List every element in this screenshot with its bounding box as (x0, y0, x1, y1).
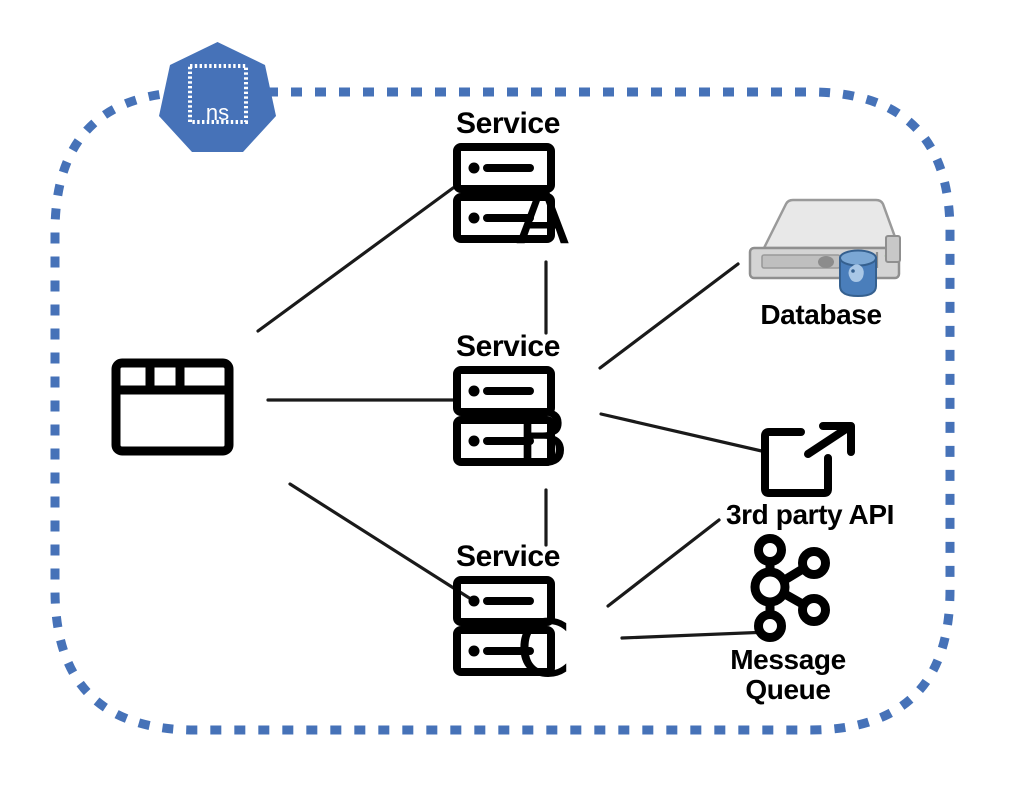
third-party-api-label: 3rd party API (726, 499, 895, 530)
third-party-api-node[interactable]: 3rd party API (726, 418, 894, 530)
service-b-label: Service (456, 330, 560, 363)
service-c-label: Service (456, 540, 560, 573)
database-label: Database (760, 299, 882, 330)
service-b-letter: B (516, 394, 570, 485)
service-c-letter: C (516, 604, 571, 695)
namespace-badge-label: ns (205, 100, 230, 125)
external-link-icon (761, 422, 856, 497)
message-queue-label: Message Queue (730, 644, 846, 705)
edge-client-to-service-c (288, 482, 476, 603)
edge-client-to-service-a (256, 186, 455, 333)
service-a-label: Service (456, 107, 560, 140)
namespace-badge[interactable]: ns (155, 38, 280, 156)
service-a-node[interactable]: Service A (452, 107, 569, 256)
service-b-node[interactable]: Service B (452, 330, 570, 479)
service-a-letter: A (516, 171, 570, 262)
database-node[interactable]: Database (736, 188, 906, 330)
kubernetes-namespace-icon (159, 42, 276, 152)
message-queue-node[interactable]: Message Queue (728, 533, 848, 704)
client-browser-node[interactable] (110, 357, 235, 462)
database-server-postgres-icon (748, 198, 901, 298)
edge-service-c-to-third-party-api (606, 518, 721, 608)
kafka-message-queue-icon (750, 534, 830, 642)
browser-window-icon (111, 358, 234, 456)
service-c-node[interactable]: Service C (452, 540, 570, 689)
edge-service-b-to-database (598, 262, 740, 370)
architecture-diagram: ns Service A Service B Service C Databas… (0, 0, 1024, 796)
